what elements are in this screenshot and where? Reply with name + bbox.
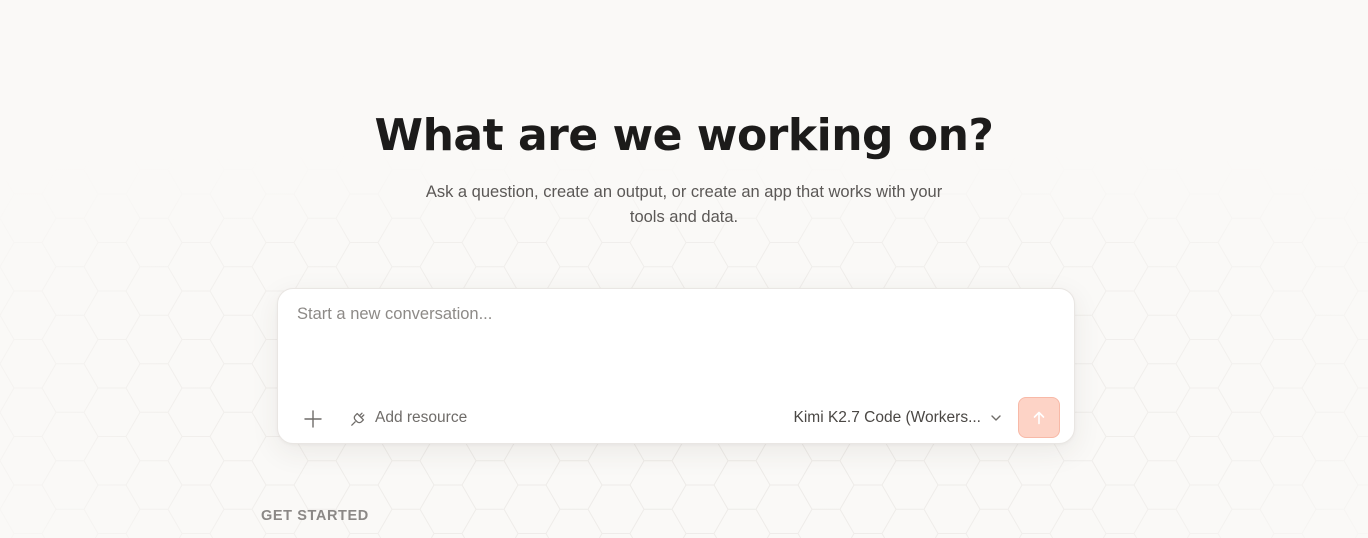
add-resource-label: Add resource <box>375 409 468 426</box>
arrow-up-icon <box>1033 411 1045 424</box>
get-started-heading: GET STARTED <box>261 508 369 524</box>
hero: What are we working on? Ask a question, … <box>0 106 1368 230</box>
chevron-down-icon <box>991 415 1001 421</box>
send-button[interactable] <box>1018 397 1060 438</box>
page-subtitle: Ask a question, create an output, or cre… <box>425 183 943 226</box>
page-title: What are we working on? <box>374 110 994 161</box>
hexagon-grid-background <box>0 0 1368 538</box>
plug-icon <box>351 412 365 426</box>
composer: Add resource Kimi K2.7 Code (Workers... <box>277 288 1075 444</box>
model-selector-label: Kimi K2.7 Code (Workers... <box>793 409 982 426</box>
page: What are we working on? Ask a question, … <box>0 0 1368 538</box>
conversation-input[interactable] <box>297 305 1057 375</box>
attach-button[interactable] <box>300 406 326 432</box>
model-selector[interactable]: Kimi K2.7 Code (Workers... <box>794 407 1003 429</box>
add-resource-button[interactable]: Add resource <box>350 407 467 429</box>
plus-icon <box>304 410 322 428</box>
